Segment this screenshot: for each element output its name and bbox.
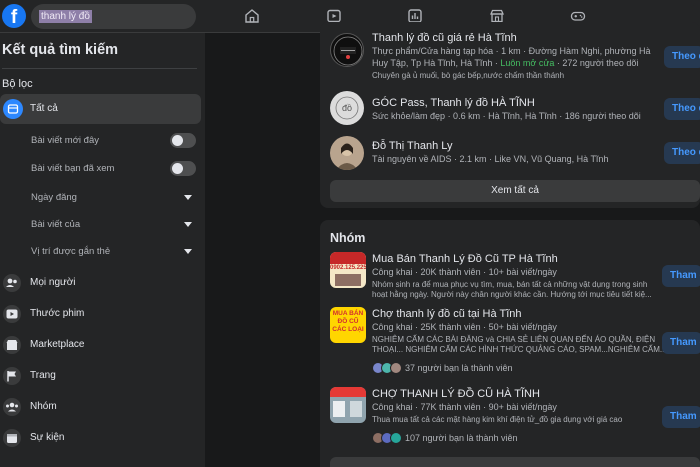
filter-recent-posts-label: Bài viết mới đây bbox=[31, 135, 100, 146]
page-details: Tài nguyên về AIDS · 2.1 km · Like VN, V… bbox=[372, 154, 609, 164]
search-query-text: thanh lý đồ bbox=[39, 10, 92, 23]
filter-seen-posts-label: Bài viết bạn đã xem bbox=[31, 163, 115, 174]
group-meta: Công khai · 77K thành viên · 90+ bài viế… bbox=[372, 402, 557, 412]
filter-all-label: Tất cả bbox=[30, 103, 58, 114]
sidebar-item-label: Nhóm bbox=[30, 401, 57, 412]
sidebar-item-label: Trang bbox=[30, 370, 56, 381]
see-all-pages-button[interactable]: Xem tất cả bbox=[330, 180, 700, 202]
sidebar-item-groups[interactable]: Nhóm bbox=[0, 394, 200, 420]
group-thumbnail[interactable]: MUA BÁN ĐỒ CŨ CÁC LOẠI bbox=[330, 307, 366, 343]
groups-icon bbox=[3, 398, 21, 416]
filter-tagged-location[interactable]: Vị trí được gắn thẻ bbox=[31, 246, 110, 257]
join-group-button[interactable]: Tham gia bbox=[662, 265, 700, 287]
calendar-icon bbox=[3, 429, 21, 447]
follow-button[interactable]: Theo dõi bbox=[664, 98, 700, 120]
filter-posted-by[interactable]: Bài viết của bbox=[31, 219, 80, 230]
page-description: Chuyên gà ủ muối, bò gác bếp,nước chấm t… bbox=[372, 71, 565, 80]
page-avatar[interactable] bbox=[330, 136, 364, 170]
join-group-button[interactable]: Tham gia bbox=[662, 332, 700, 354]
group-title[interactable]: Chợ thanh lý đồ cũ tại Hà Tĩnh bbox=[372, 308, 521, 320]
video-icon bbox=[3, 305, 21, 323]
home-icon[interactable] bbox=[244, 8, 260, 24]
seen-posts-toggle[interactable] bbox=[170, 161, 196, 176]
open-status: Luôn mở cửa bbox=[500, 58, 555, 68]
friends-in-group: 107 người bạn là thành viên bbox=[405, 433, 518, 443]
sidebar-title: Kết quả tìm kiếm bbox=[2, 42, 119, 58]
group-description-2: THOẠI... NGHIÊM CẤM CÁC HÌNH THỨC QUẢNG … bbox=[372, 345, 667, 354]
page-details: Sức khỏe/làm đẹp · 0.6 km · Hà Tĩnh, Hà … bbox=[372, 111, 641, 121]
pages-results-card: Thanh lý đồ cũ giá rẻ Hà Tĩnh Thực phẩm/… bbox=[320, 22, 700, 208]
filter-date-posted[interactable]: Ngày đăng bbox=[31, 192, 77, 203]
search-filters-sidebar: Kết quả tìm kiếm Bộ lọc Tất cả Bài viết … bbox=[0, 33, 205, 467]
sidebar-item-label: Thước phim bbox=[30, 308, 85, 319]
people-icon bbox=[3, 274, 21, 292]
feed-icon bbox=[3, 99, 23, 119]
group-description: Thua mua tất cả các mặt hàng kim khí điệ… bbox=[372, 415, 623, 424]
see-all-groups-button[interactable] bbox=[330, 457, 700, 467]
chevron-down-icon[interactable] bbox=[184, 249, 192, 254]
search-input[interactable]: thanh lý đồ bbox=[31, 4, 196, 29]
facebook-logo[interactable]: f bbox=[2, 4, 26, 28]
page-title[interactable]: GÓC Pass, Thanh lý đồ HÀ TĨNH bbox=[372, 97, 535, 109]
follow-button[interactable]: Theo dõi bbox=[664, 142, 700, 164]
page-avatar[interactable]: đồ bbox=[330, 91, 364, 125]
page-avatar[interactable] bbox=[330, 33, 364, 67]
page-title[interactable]: Thanh lý đồ cũ giá rẻ Hà Tĩnh bbox=[372, 32, 517, 44]
sidebar-item-reels[interactable]: Thước phim bbox=[0, 301, 200, 327]
sidebar-item-label: Sự kiện bbox=[30, 432, 65, 443]
group-title[interactable]: Mua Bán Thanh Lý Đồ Cũ TP Hà Tĩnh bbox=[372, 253, 558, 265]
group-title[interactable]: CHỢ THANH LÝ ĐỒ CŨ HÀ TĨNH bbox=[372, 388, 540, 400]
page-details-2: Huy Tập, Tp Hà Tĩnh, Hà Tĩnh · Luôn mở c… bbox=[372, 58, 639, 68]
group-meta: Công khai · 25K thành viên · 50+ bài viế… bbox=[372, 322, 557, 332]
page-details: Thực phẩm/Cửa hàng tạp hóa · 1 km · Đườn… bbox=[372, 46, 651, 56]
follow-button[interactable]: Theo dõi bbox=[664, 46, 700, 68]
sidebar-item-pages[interactable]: Trang bbox=[0, 363, 200, 389]
flag-icon bbox=[3, 367, 21, 385]
recent-posts-toggle[interactable] bbox=[170, 133, 196, 148]
filters-heading: Bộ lọc bbox=[2, 78, 33, 90]
sidebar-item-people[interactable]: Mọi người bbox=[0, 270, 200, 296]
sidebar-item-label: Marketplace bbox=[30, 339, 85, 350]
group-description-2: hoạt hằng ngày. Người này chân người khá… bbox=[372, 290, 652, 299]
group-meta: Công khai · 20K thành viên · 10+ bài viế… bbox=[372, 267, 557, 277]
group-thumbnail[interactable]: 0902.125.225 bbox=[330, 252, 366, 288]
chevron-down-icon[interactable] bbox=[184, 222, 192, 227]
friend-avatar bbox=[390, 362, 402, 374]
group-description: NGHIÊM CẤM CÁC BÀI ĐĂNG và CHIA SẺ LIÊN … bbox=[372, 335, 656, 344]
groups-section-title: Nhóm bbox=[330, 231, 366, 245]
join-group-button[interactable]: Tham gia bbox=[662, 406, 700, 428]
group-description: Nhóm sinh ra để mua phục vụ tìm, mua, bá… bbox=[372, 280, 648, 289]
chevron-down-icon[interactable] bbox=[184, 195, 192, 200]
friend-avatar bbox=[390, 432, 402, 444]
friends-in-group: 37 người bạn là thành viên bbox=[405, 363, 513, 373]
group-thumbnail[interactable] bbox=[330, 387, 366, 423]
sidebar-item-label: Mọi người bbox=[30, 277, 76, 288]
filter-all[interactable]: Tất cả bbox=[0, 94, 201, 124]
svg-text:đồ: đồ bbox=[342, 103, 352, 113]
divider bbox=[2, 68, 197, 69]
groups-results-card: Nhóm 0902.125.225 Mua Bán Thanh Lý Đồ Cũ… bbox=[320, 220, 700, 467]
sidebar-item-marketplace[interactable]: Marketplace bbox=[0, 332, 200, 358]
page-title[interactable]: Đỗ Thị Thanh Ly bbox=[372, 140, 453, 152]
marketplace-icon bbox=[3, 336, 21, 354]
sidebar-item-events[interactable]: Sự kiện bbox=[0, 425, 200, 451]
